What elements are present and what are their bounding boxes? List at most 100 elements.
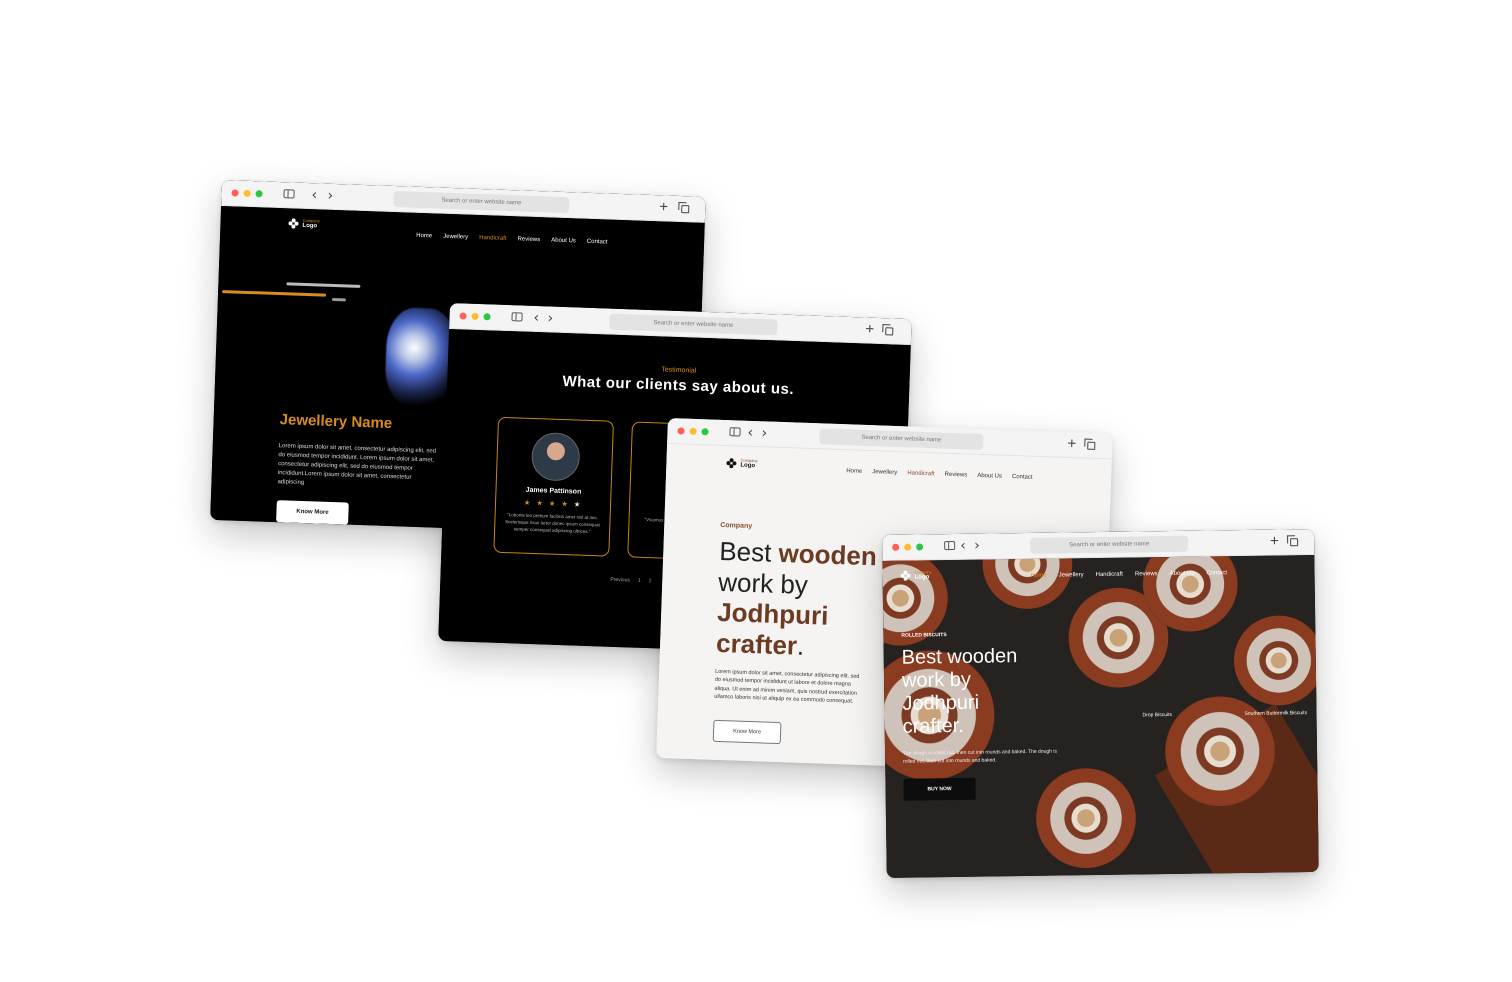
new-tab-icon[interactable]: + (1067, 435, 1076, 453)
hero-description: The dough is rolled out, then cut into r… (903, 748, 1057, 765)
nav-home[interactable]: Home (416, 233, 432, 240)
pagination-page[interactable]: 2 (649, 578, 652, 584)
address-bar[interactable]: Search or enter website name (609, 313, 778, 336)
jewellery-description: Lorem ipsum dolor sit amet, consectetur … (277, 443, 437, 487)
forward-arrow-icon[interactable]: › (547, 310, 553, 326)
hero-description: Lorem ipsum dolor sit amet, consectetur … (714, 668, 860, 705)
forward-arrow-icon[interactable]: › (761, 425, 767, 441)
hero-heading-line: Jodhpuri (902, 691, 980, 715)
nav-contact[interactable]: Contact (1012, 474, 1033, 481)
nav-contact[interactable]: Contact (587, 239, 608, 246)
sidebar-toggle-icon[interactable] (283, 189, 295, 199)
new-tab-icon[interactable]: + (865, 321, 874, 339)
close-dot-icon[interactable] (892, 543, 900, 551)
maximize-dot-icon[interactable] (255, 190, 263, 198)
testimonial-card: James Pattinson ★ ★ ★ ★ ★ "Lobortis leo … (493, 416, 614, 557)
maximize-dot-icon[interactable] (916, 543, 924, 551)
minimize-dot-icon[interactable] (243, 189, 251, 198)
company-logo[interactable]: Company Logo (726, 458, 758, 470)
star-rating: ★ ★ ★ ★ ★ (496, 498, 610, 510)
back-arrow-icon[interactable]: ‹ (747, 425, 753, 441)
nav-jewellery[interactable]: Jewellery (1059, 572, 1084, 578)
nav-about-us[interactable]: About Us (977, 473, 1002, 480)
star-empty-icon: ★ (573, 500, 583, 509)
address-bar-placeholder: Search or enter website name (441, 197, 522, 207)
main-nav: Home Jewellery Handicraft Reviews About … (416, 233, 608, 246)
decor-line (286, 282, 361, 288)
nav-home[interactable]: Home (846, 468, 862, 475)
back-arrow-icon[interactable]: ‹ (960, 538, 966, 554)
avatar (530, 431, 581, 482)
client-name: James Pattinson (525, 486, 582, 496)
decor-line-short (331, 297, 346, 302)
nav-handicraft[interactable]: Handicraft (1096, 572, 1123, 578)
close-dot-icon[interactable] (459, 312, 467, 320)
logo-large-text: Logo (914, 574, 930, 581)
hero-heading-bold: wooden (778, 537, 878, 572)
jewellery-title: Jewellery Name (279, 411, 393, 433)
nav-home[interactable]: Home (1031, 573, 1047, 579)
new-tab-icon[interactable]: + (659, 198, 668, 216)
window-controls (459, 312, 491, 321)
forward-arrow-icon[interactable]: › (327, 188, 333, 204)
logo-large-text: Logo (740, 462, 756, 470)
address-bar[interactable]: Search or enter website name (393, 190, 570, 214)
address-bar[interactable]: Search or enter website name (819, 428, 984, 451)
sidebar-toggle-icon[interactable] (944, 540, 956, 551)
tab-overview-icon[interactable] (1290, 538, 1299, 547)
address-bar[interactable]: Search or enter website name (1030, 535, 1189, 554)
company-logo[interactable]: Company Logo (900, 569, 932, 581)
nav-reviews[interactable]: Reviews (1135, 571, 1158, 577)
nav-handicraft[interactable]: Handicraft (907, 470, 935, 477)
nav-handicraft[interactable]: Handicraft (479, 235, 507, 242)
buy-now-button[interactable]: BUY NOW (903, 777, 976, 801)
tab-overview-icon[interactable] (1087, 441, 1096, 450)
address-bar-placeholder: Search or enter website name (1069, 541, 1150, 549)
hero-heading-dot: . (796, 630, 805, 661)
address-bar-placeholder: Search or enter website name (653, 320, 734, 329)
logo-large-text: Logo (302, 222, 318, 230)
pagination-page[interactable]: 1 (638, 578, 641, 584)
section-eyebrow: ROLLED BISCUITS (901, 632, 947, 639)
back-arrow-icon[interactable]: ‹ (533, 310, 539, 326)
decor-line-gold (222, 290, 327, 297)
logo-flower-icon (288, 218, 299, 229)
company-logo[interactable]: Company Logo (288, 218, 320, 230)
bowl-image (1233, 614, 1319, 707)
nav-jewellery[interactable]: Jewellery (443, 234, 468, 241)
nav-reviews[interactable]: Reviews (517, 236, 540, 243)
forward-arrow-icon[interactable]: › (974, 538, 980, 554)
back-arrow-icon[interactable]: ‹ (311, 187, 317, 203)
hero-heading-bold: crafter (715, 627, 798, 661)
product-caption: Drop Biscuits (1142, 711, 1173, 719)
close-dot-icon[interactable] (677, 427, 685, 435)
address-bar-placeholder: Search or enter website name (861, 434, 942, 444)
tab-overview-icon[interactable] (885, 327, 894, 336)
nav-jewellery[interactable]: Jewellery (872, 469, 897, 476)
maximize-dot-icon[interactable] (483, 313, 491, 321)
know-more-button[interactable]: Know More (276, 500, 349, 525)
minimize-dot-icon[interactable] (471, 312, 479, 321)
sidebar-toggle-icon[interactable] (511, 312, 523, 322)
sidebar-toggle-icon[interactable] (729, 427, 741, 437)
hero-heading-plain: Best (718, 535, 780, 568)
minimize-dot-icon[interactable] (689, 427, 697, 436)
nav-contact[interactable]: Contact (1206, 570, 1227, 576)
pagination: Previous 1 2 (610, 577, 651, 584)
pagination-previous[interactable]: Previous (610, 577, 630, 584)
nav-reviews[interactable]: Reviews (944, 472, 967, 479)
new-tab-icon[interactable]: + (1270, 532, 1279, 550)
hero-heading-line: work by (901, 668, 972, 692)
hero-heading-line: Best wooden (901, 645, 1018, 669)
bowl-image (981, 554, 1074, 610)
nav-about-us[interactable]: About Us (1170, 571, 1195, 577)
nav-about-us[interactable]: About Us (551, 238, 576, 245)
know-more-button[interactable]: Know More (712, 719, 782, 745)
close-dot-icon[interactable] (231, 189, 239, 197)
hero-heading-bold: Jodhpuri (716, 597, 829, 632)
tab-overview-icon[interactable] (681, 205, 690, 214)
minimize-dot-icon[interactable] (904, 543, 912, 551)
window-controls (677, 427, 709, 436)
browser-window-wooden-dark: ‹ › Search or enter website name + Compa… (882, 528, 1319, 878)
maximize-dot-icon[interactable] (701, 428, 709, 436)
